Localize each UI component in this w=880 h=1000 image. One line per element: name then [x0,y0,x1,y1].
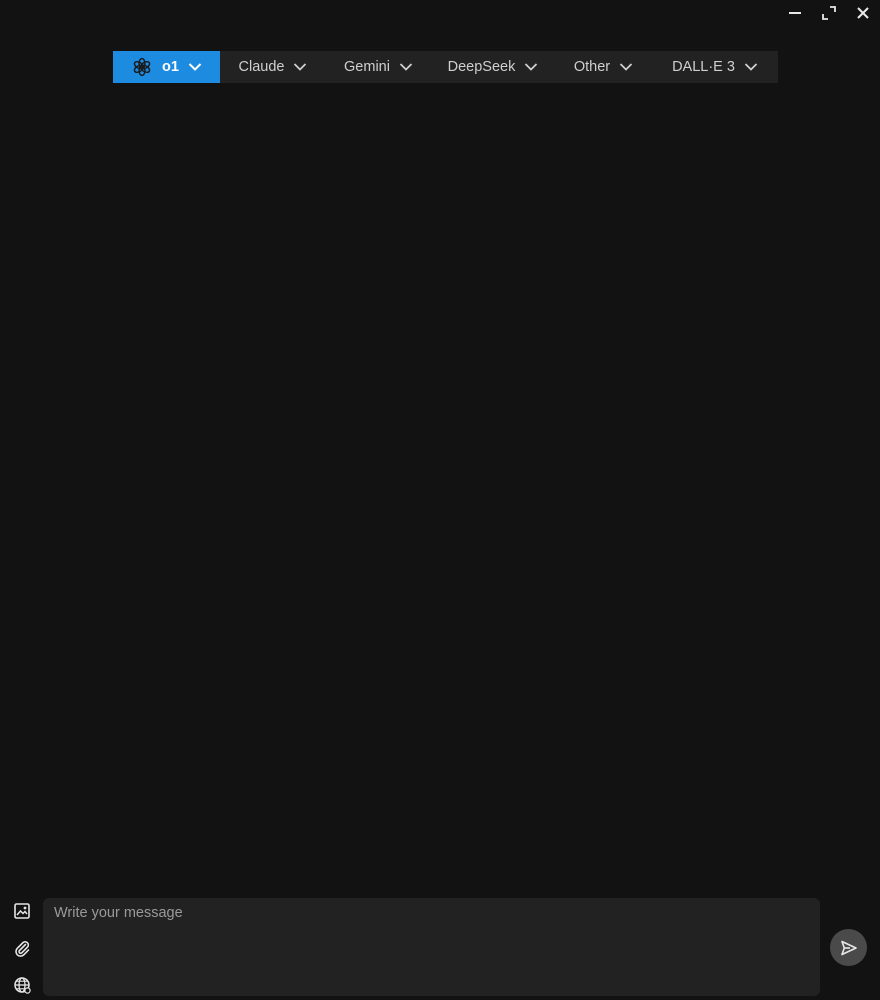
close-icon [857,7,869,19]
tab-dalle-3[interactable]: DALL·E 3 [652,51,778,83]
chevron-down-icon [399,62,413,72]
close-button[interactable] [846,0,880,26]
chevron-down-icon [619,62,633,72]
maximize-icon [822,6,836,20]
openai-logo-icon [131,56,153,78]
message-composer [43,898,820,996]
tab-label: o1 [162,59,179,75]
tab-other[interactable]: Other [555,51,652,83]
model-tab-bar: o1 Claude Gemini DeepSeek Other DALL·E 3 [113,51,778,83]
globe-icon [14,977,31,994]
minimize-button[interactable] [778,0,812,26]
composer-tools [8,897,36,1000]
attach-button[interactable] [8,934,36,962]
minimize-icon [789,12,801,14]
send-icon [840,940,857,955]
image-icon [14,903,30,919]
tab-deepseek[interactable]: DeepSeek [431,51,555,83]
tab-o1[interactable]: o1 [113,51,220,83]
maximize-button[interactable] [812,0,846,26]
send-button[interactable] [830,929,867,966]
image-button[interactable] [8,897,36,925]
chat-area [0,90,880,890]
app-window: o1 Claude Gemini DeepSeek Other DALL·E 3… [0,0,880,1000]
tab-label: DALL·E 3 [672,59,735,75]
chevron-down-icon [744,62,758,72]
window-controls [778,0,880,26]
paperclip-icon [15,941,30,957]
chevron-down-icon [293,62,307,72]
tab-gemini[interactable]: Gemini [326,51,431,83]
tab-label: Other [573,59,611,75]
chevron-down-icon [524,62,538,72]
chevron-down-icon [188,62,202,72]
tab-label: Gemini [344,59,390,75]
tab-label: DeepSeek [447,59,516,75]
message-input[interactable] [43,898,820,996]
web-search-button[interactable] [8,971,36,999]
tab-claude[interactable]: Claude [220,51,326,83]
tab-label: Claude [238,59,285,75]
